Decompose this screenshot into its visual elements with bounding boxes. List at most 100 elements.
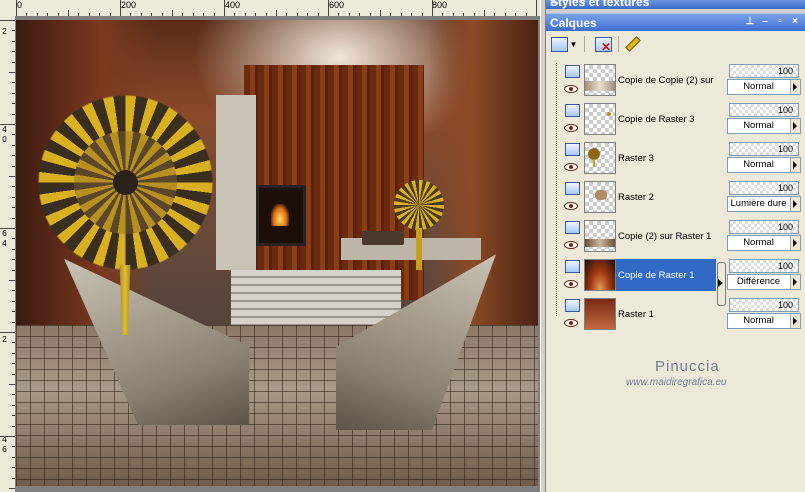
new-layer-button[interactable]: ▼ [550, 34, 578, 54]
layer-row[interactable]: Copie de Raster 3 [548, 100, 716, 138]
chevron-right-icon[interactable] [790, 158, 800, 172]
ruler-tick [12, 300, 15, 302]
fireplace [256, 185, 306, 246]
opacity-slider[interactable]: 100 [729, 220, 799, 234]
eye-icon[interactable] [564, 85, 578, 93]
opacity-slider[interactable]: 100 [729, 103, 799, 117]
layer-properties: 100 Lumière dure [727, 179, 802, 215]
eye-icon[interactable] [564, 202, 578, 210]
layer-row[interactable]: Copie (2) sur Raster 1 [548, 217, 716, 255]
golden-flower-large-center [113, 170, 138, 195]
blend-mode-select[interactable]: Normal [727, 79, 801, 95]
layer-properties: 100 Différence [727, 257, 802, 293]
ruler-tick [0, 124, 15, 125]
vertical-ruler: 2 4 0 6 4 2 4 6 [0, 16, 16, 492]
pin-button[interactable]: ⊥ [744, 15, 756, 28]
opacity-slider[interactable]: 100 [729, 259, 799, 273]
ruler-tick [12, 103, 15, 105]
layer-row[interactable]: Raster 3 [548, 139, 716, 177]
blend-mode-select[interactable]: Lumière dure [727, 196, 801, 212]
eye-icon[interactable] [564, 241, 578, 249]
ruler-tick [12, 238, 15, 240]
layers-toolbar: ▼ ✕ [546, 31, 805, 58]
layer-row-selected[interactable]: Copie de Raster 1 [548, 256, 716, 294]
layers-list[interactable]: Copie de Copie (2) sur Raster 1 Copie de… [548, 61, 718, 330]
layer-row[interactable]: Raster 1 [548, 295, 716, 333]
ruler-tick [12, 321, 15, 323]
chevron-right-icon[interactable] [790, 80, 800, 94]
ruler-tick [12, 425, 15, 427]
ruler-tick [12, 248, 15, 250]
chevron-right-icon[interactable] [790, 236, 800, 250]
layers-title: Calques [550, 16, 597, 30]
ruler-tick [12, 373, 15, 375]
opacity-value: 100 [777, 300, 793, 310]
blend-mode-value: Normal [743, 237, 774, 248]
chevron-right-icon[interactable] [790, 119, 800, 133]
ruler-tick [9, 280, 15, 281]
chevron-right-icon[interactable] [718, 279, 723, 287]
eye-icon[interactable] [564, 163, 578, 171]
layer-properties: 100 Normal [727, 218, 802, 254]
ruler-tick [12, 144, 15, 146]
image-canvas[interactable] [16, 20, 538, 486]
raster-layer-icon [565, 182, 580, 195]
minimize-button[interactable]: – [759, 15, 771, 28]
ruler-tick [12, 92, 15, 94]
close-button[interactable]: × [789, 15, 801, 28]
ruler-tick [12, 342, 15, 344]
layers-titlebar[interactable]: Calques ⊥ – ▫ × [546, 13, 805, 32]
opacity-value: 100 [777, 261, 793, 271]
opacity-slider[interactable]: 100 [729, 64, 799, 78]
layer-name: Copie de Copie (2) sur Raster 1 [618, 74, 716, 86]
golden-flower-small [394, 180, 444, 230]
ruler-label: 0 [2, 135, 7, 144]
watermark-name: Pinuccia [655, 358, 720, 375]
opacity-slider[interactable]: 100 [729, 142, 799, 156]
chevron-right-icon[interactable] [790, 314, 800, 328]
layer-thumbnail [584, 259, 616, 291]
layer-properties: 100 Normal [727, 101, 802, 137]
ruler-tick [0, 332, 15, 333]
layer-row[interactable]: Raster 2 [548, 178, 716, 216]
new-layer-icon [550, 36, 568, 52]
blend-mode-value: Normal [743, 120, 774, 131]
blend-mode-select[interactable]: Normal [727, 157, 801, 173]
delete-layer-button[interactable]: ✕ [592, 34, 614, 54]
blend-mode-select[interactable]: Différence [727, 274, 801, 290]
raster-layer-icon [565, 65, 580, 78]
eye-icon[interactable] [564, 319, 578, 327]
opacity-slider[interactable]: 100 [729, 298, 799, 312]
restore-button[interactable]: ▫ [774, 15, 786, 28]
styles-window-buttons[interactable]: ⊥–▫× [550, 0, 801, 6]
blend-mode-select[interactable]: Normal [727, 118, 801, 134]
ruler-label: 800 [432, 0, 448, 10]
ruler-tick [120, 0, 121, 16]
eye-icon[interactable] [564, 124, 578, 132]
ruler-tick [12, 186, 15, 188]
layer-name: Raster 2 [618, 191, 654, 203]
eye-icon[interactable] [564, 280, 578, 288]
raster-layer-icon [565, 221, 580, 234]
styles-textures-titlebar[interactable]: Styles et textures ⊥–▫× [546, 0, 805, 9]
chevron-right-icon[interactable] [790, 275, 800, 289]
layer-thumbnail [584, 64, 616, 96]
chevron-right-icon[interactable] [790, 197, 800, 211]
ruler-tick [12, 269, 15, 271]
ruler-tick [12, 134, 15, 136]
ruler-tick [12, 477, 15, 479]
ruler-tick [12, 467, 15, 469]
layer-name: Copie de Raster 3 [618, 113, 695, 125]
opacity-value: 100 [777, 183, 793, 193]
opacity-slider[interactable]: 100 [729, 181, 799, 195]
edit-selection-button[interactable] [622, 34, 644, 54]
chevron-down-icon[interactable]: ▼ [570, 40, 578, 49]
ruler-tick [12, 30, 15, 32]
ruler-tick [12, 352, 15, 354]
layer-row[interactable]: Copie de Copie (2) sur Raster 1 [548, 61, 716, 99]
layer-name: Copie (2) sur Raster 1 [618, 230, 712, 242]
ruler-tick [12, 51, 15, 53]
blend-mode-select[interactable]: Normal [727, 235, 801, 251]
blend-mode-value: Normal [743, 159, 774, 170]
blend-mode-select[interactable]: Normal [727, 313, 801, 329]
